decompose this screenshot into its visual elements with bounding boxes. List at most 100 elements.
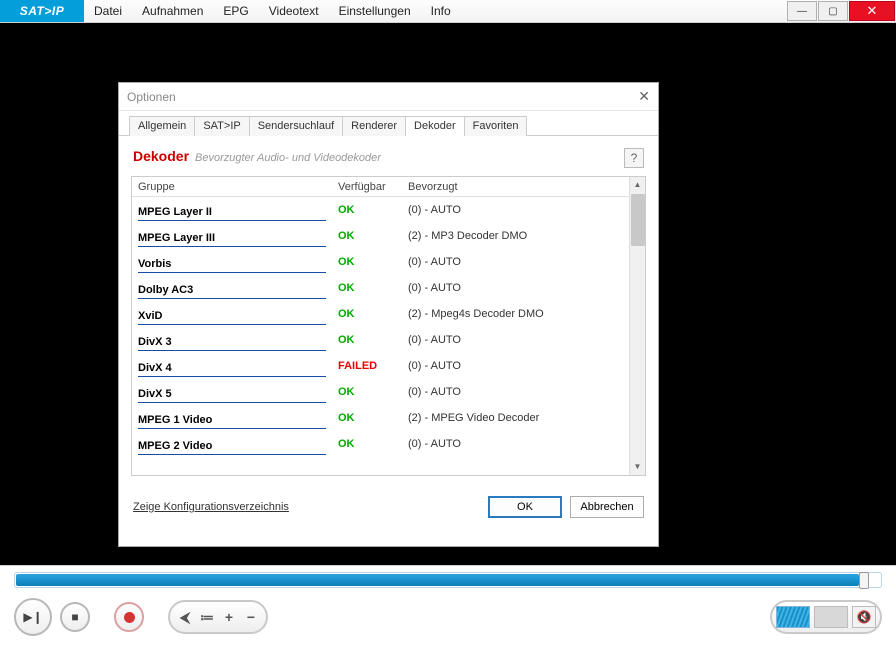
available-cell: OK bbox=[338, 438, 408, 450]
minimize-button[interactable]: — bbox=[787, 1, 817, 21]
stop-button[interactable]: ■ bbox=[60, 602, 90, 632]
config-dir-link[interactable]: Zeige Konfigurationsverzeichnis bbox=[133, 501, 289, 513]
options-dialog: Optionen ✕ Allgemein SAT>IP Sendersuchla… bbox=[118, 82, 659, 547]
tab-favoriten[interactable]: Favoriten bbox=[464, 116, 528, 136]
seek-fill bbox=[16, 574, 859, 586]
table-body: MPEG Layer IIOK(0) - AUTOMPEG Layer IIIO… bbox=[132, 197, 645, 475]
available-cell: OK bbox=[338, 204, 408, 216]
dialog-footer: Zeige Konfigurationsverzeichnis OK Abbre… bbox=[119, 476, 658, 528]
seek-handle[interactable] bbox=[859, 572, 869, 589]
volume-inactive[interactable] bbox=[814, 606, 848, 628]
tab-sendersuchlauf[interactable]: Sendersuchlauf bbox=[249, 116, 343, 136]
dekoder-panel: Dekoder Bevorzugter Audio- und Videodeko… bbox=[119, 136, 658, 476]
player-bar: ▶❙ ■ ⮜ ≔ + − 🔇 bbox=[0, 566, 896, 646]
menu-einstellungen[interactable]: Einstellungen bbox=[329, 4, 421, 18]
available-cell: OK bbox=[338, 282, 408, 294]
decoder-table: Gruppe Verfügbar Bevorzugt MPEG Layer II… bbox=[131, 176, 646, 476]
available-cell: OK bbox=[338, 256, 408, 268]
preferred-cell: (2) - MPEG Video Decoder bbox=[408, 412, 539, 424]
table-row[interactable]: Dolby AC3 OK(0) - AUTO bbox=[132, 275, 629, 301]
group-cell: MPEG 1 Video bbox=[138, 408, 326, 429]
window-controls: — ▢ ✕ bbox=[787, 0, 896, 22]
scrollbar[interactable]: ▲ ▼ bbox=[629, 177, 645, 475]
scroll-down-icon[interactable]: ▼ bbox=[630, 459, 645, 475]
ok-button[interactable]: OK bbox=[488, 496, 562, 518]
record-icon bbox=[124, 612, 135, 623]
table-row[interactable]: DivX 4 FAILED(0) - AUTO bbox=[132, 353, 629, 379]
table-row[interactable]: MPEG 2 Video OK(0) - AUTO bbox=[132, 431, 629, 457]
scroll-up-icon[interactable]: ▲ bbox=[630, 177, 645, 193]
available-cell: OK bbox=[338, 334, 408, 346]
help-button[interactable]: ? bbox=[624, 148, 644, 168]
tab-renderer[interactable]: Renderer bbox=[342, 116, 406, 136]
plus-button[interactable]: + bbox=[218, 609, 240, 625]
preferred-cell: (0) - AUTO bbox=[408, 282, 461, 294]
available-cell: OK bbox=[338, 412, 408, 424]
preferred-cell: (0) - AUTO bbox=[408, 334, 461, 346]
heading-text: Dekoder bbox=[133, 148, 189, 164]
available-cell: OK bbox=[338, 308, 408, 320]
tab-strip: Allgemein SAT>IP Sendersuchlauf Renderer… bbox=[119, 111, 658, 136]
group-cell: Dolby AC3 bbox=[138, 278, 326, 299]
seek-bar[interactable] bbox=[14, 572, 882, 588]
minus-button[interactable]: − bbox=[240, 609, 262, 625]
preferred-cell: (0) - AUTO bbox=[408, 204, 461, 216]
preferred-cell: (0) - AUTO bbox=[408, 438, 461, 450]
tab-dekoder[interactable]: Dekoder bbox=[405, 116, 465, 136]
close-button[interactable]: ✕ bbox=[849, 1, 895, 21]
player-controls: ▶❙ ■ ⮜ ≔ + − 🔇 bbox=[14, 598, 882, 636]
volume-controls: 🔇 bbox=[770, 600, 882, 634]
panel-heading: Dekoder Bevorzugter Audio- und Videodeko… bbox=[131, 144, 646, 174]
list-button[interactable]: ≔ bbox=[196, 609, 218, 626]
dialog-titlebar: Optionen ✕ bbox=[119, 83, 658, 111]
preferred-cell: (0) - AUTO bbox=[408, 360, 461, 372]
menu-videotext[interactable]: Videotext bbox=[259, 4, 329, 18]
group-cell: MPEG Layer III bbox=[138, 226, 326, 247]
preferred-cell: (0) - AUTO bbox=[408, 256, 461, 268]
preferred-cell: (0) - AUTO bbox=[408, 386, 461, 398]
available-cell: OK bbox=[338, 230, 408, 242]
maximize-button[interactable]: ▢ bbox=[818, 1, 848, 21]
group-cell: MPEG 2 Video bbox=[138, 434, 326, 455]
table-row[interactable]: Vorbis OK(0) - AUTO bbox=[132, 249, 629, 275]
table-row[interactable]: MPEG Layer II OK(0) - AUTO bbox=[132, 197, 629, 223]
col-group: Gruppe bbox=[138, 181, 338, 193]
menu-epg[interactable]: EPG bbox=[213, 4, 258, 18]
table-row[interactable]: MPEG Layer III OK(2) - MP3 Decoder DMO bbox=[132, 223, 629, 249]
group-cell: MPEG Layer II bbox=[138, 200, 326, 221]
scroll-thumb[interactable] bbox=[631, 194, 645, 246]
volume-active[interactable] bbox=[776, 606, 810, 628]
tab-allgemein[interactable]: Allgemein bbox=[129, 116, 195, 136]
preferred-cell: (2) - MP3 Decoder DMO bbox=[408, 230, 527, 242]
mute-button[interactable]: 🔇 bbox=[852, 606, 876, 628]
tab-satip[interactable]: SAT>IP bbox=[194, 116, 249, 136]
dialog-close-icon[interactable]: ✕ bbox=[638, 88, 650, 105]
play-pause-button[interactable]: ▶❙ bbox=[14, 598, 52, 636]
record-button[interactable] bbox=[114, 602, 144, 632]
app-logo: SAT>IP bbox=[0, 0, 84, 22]
group-cell: DivX 4 bbox=[138, 356, 326, 377]
col-available: Verfügbar bbox=[338, 181, 408, 193]
playlist-controls: ⮜ ≔ + − bbox=[168, 600, 268, 634]
table-header: Gruppe Verfügbar Bevorzugt bbox=[132, 177, 645, 197]
video-area: Optionen ✕ Allgemein SAT>IP Sendersuchla… bbox=[0, 23, 896, 565]
table-row[interactable]: DivX 3 OK(0) - AUTO bbox=[132, 327, 629, 353]
menu-aufnahmen[interactable]: Aufnahmen bbox=[132, 4, 213, 18]
menu-items: Datei Aufnahmen EPG Videotext Einstellun… bbox=[84, 0, 461, 22]
menu-datei[interactable]: Datei bbox=[84, 4, 132, 18]
cancel-button[interactable]: Abbrechen bbox=[570, 496, 644, 518]
table-row[interactable]: MPEG 1 Video OK(2) - MPEG Video Decoder bbox=[132, 405, 629, 431]
menubar: SAT>IP Datei Aufnahmen EPG Videotext Ein… bbox=[0, 0, 896, 23]
group-cell: Vorbis bbox=[138, 252, 326, 273]
table-row[interactable]: DivX 5 OK(0) - AUTO bbox=[132, 379, 629, 405]
group-cell: DivX 5 bbox=[138, 382, 326, 403]
prev-button[interactable]: ⮜ bbox=[174, 609, 196, 626]
group-cell: XviD bbox=[138, 304, 326, 325]
preferred-cell: (2) - Mpeg4s Decoder DMO bbox=[408, 308, 544, 320]
group-cell: DivX 3 bbox=[138, 330, 326, 351]
available-cell: OK bbox=[338, 386, 408, 398]
menu-info[interactable]: Info bbox=[421, 4, 461, 18]
available-cell: FAILED bbox=[338, 360, 408, 372]
table-row[interactable]: XviD OK(2) - Mpeg4s Decoder DMO bbox=[132, 301, 629, 327]
subheading-text: Bevorzugter Audio- und Videodekoder bbox=[195, 152, 381, 164]
